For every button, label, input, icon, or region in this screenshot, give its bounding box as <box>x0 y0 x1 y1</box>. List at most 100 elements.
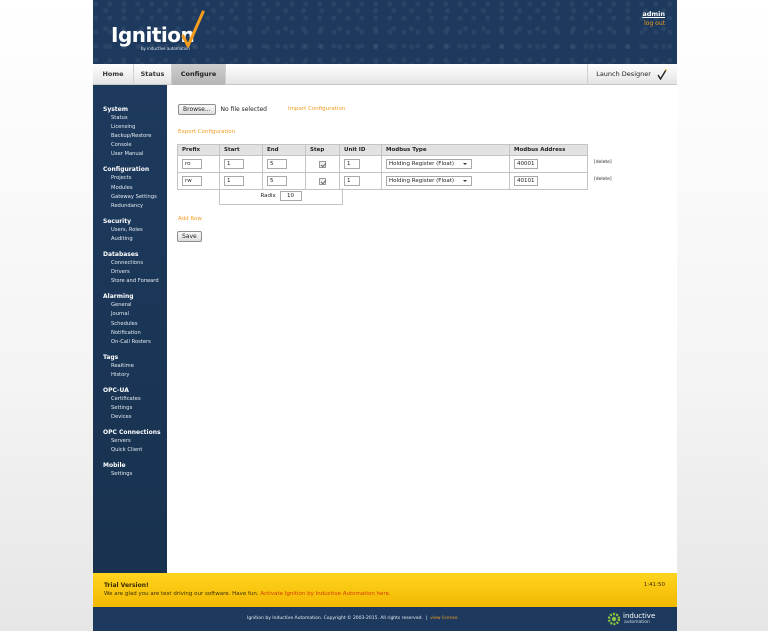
sidebar-section-title: Tags <box>103 353 119 361</box>
cell-end: 5 <box>262 155 306 173</box>
sidebar-item-store-and-forward[interactable]: Store and Forward <box>93 277 167 286</box>
table-row: rw 1 5 1 Holding Register (Float) 40101 <box>177 172 588 190</box>
sidebar-item-auditing[interactable]: Auditing <box>93 235 167 244</box>
cell-start: 1 <box>219 172 263 190</box>
step-checkbox[interactable] <box>319 177 326 185</box>
sidebar-section-title: Alarming <box>103 293 134 301</box>
user-link[interactable]: admin <box>642 10 665 18</box>
sidebar-item-user-manual[interactable]: User Manual <box>93 150 167 159</box>
logout-link[interactable]: log out <box>644 20 665 27</box>
browse-button[interactable]: Browse... <box>178 104 216 115</box>
sidebar-item-history[interactable]: History <box>93 371 167 380</box>
address-config-table: Prefix Start End Step Unit ID Modbus Typ… <box>177 144 588 190</box>
table-header-row: Prefix Start End Step Unit ID Modbus Typ… <box>177 144 588 156</box>
dropdown-arrow-icon <box>463 180 467 182</box>
table-row: ro 1 5 1 Holding Register (Float) 40001 <box>177 155 588 173</box>
end-input[interactable]: 5 <box>267 159 287 169</box>
import-configuration-link[interactable]: Import Configuration <box>288 106 345 112</box>
cell-modbus-type: Holding Register (Float) <box>381 172 510 190</box>
sidebar-item-servers[interactable]: Servers <box>93 437 167 446</box>
ignition-logo[interactable]: Ignition by inductive automation <box>111 10 221 56</box>
header: Ignition by inductive automation admin l… <box>93 0 677 64</box>
modbus-type-select[interactable]: Holding Register (Float) <box>386 176 472 186</box>
sidebar-item-certificates[interactable]: Certificates <box>93 395 167 404</box>
trial-message-text: We are glad you are test driving our sof… <box>104 591 259 597</box>
col-prefix: Prefix <box>177 144 220 156</box>
sidebar-item-users-roles[interactable]: Users, Roles <box>93 226 167 235</box>
modbus-type-select[interactable]: Holding Register (Float) <box>386 159 472 169</box>
start-input[interactable]: 1 <box>224 159 244 169</box>
prefix-input[interactable]: ro <box>182 159 202 169</box>
sidebar-item-settings[interactable]: Settings <box>93 470 167 479</box>
sidebar-item-gateway-settings[interactable]: Gateway Settings <box>93 193 167 202</box>
end-input[interactable]: 5 <box>267 176 287 186</box>
radix-input[interactable]: 10 <box>279 190 302 201</box>
sidebar-item-connections[interactable]: Connections <box>93 259 167 268</box>
launch-designer-label: Launch Designer <box>596 70 651 78</box>
sidebar-item-modules[interactable]: Modules <box>93 184 167 193</box>
sidebar-item-quick-client[interactable]: Quick Client <box>93 446 167 455</box>
sidebar-section-title: Configuration <box>103 166 150 174</box>
tab-status[interactable]: Status <box>134 64 172 85</box>
activate-link[interactable]: Activate Ignition by Inductive Automatio… <box>260 591 390 597</box>
add-row-link[interactable]: Add Row <box>178 216 202 222</box>
sidebar-item-console[interactable]: Console <box>93 141 167 150</box>
cell-unit-id: 1 <box>339 155 382 173</box>
col-start: Start <box>219 144 263 156</box>
col-end: End <box>262 144 306 156</box>
sidebar-item-on-call-rosters[interactable]: On-Call Rosters <box>93 338 167 347</box>
sidebar-item-redundancy[interactable]: Redundancy <box>93 202 167 211</box>
cell-start: 1 <box>219 155 263 173</box>
sidebar-section-system: System Status Licensing Backup/Restore Conso… <box>93 105 167 159</box>
launch-designer-button[interactable]: Launch Designer <box>587 64 667 85</box>
modbus-type-value: Holding Register (Float) <box>389 178 455 184</box>
step-checkbox[interactable] <box>319 160 326 168</box>
sidebar-item-journal[interactable]: Journal <box>93 310 167 319</box>
modbus-address-input[interactable]: 40101 <box>514 176 538 186</box>
sidebar-section-mobile: Mobile Settings <box>93 461 167 479</box>
sidebar-item-licensing[interactable]: Licensing <box>93 123 167 132</box>
delete-row-link[interactable]: [delete] <box>594 160 612 165</box>
delete-row-link[interactable]: [delete] <box>594 177 612 182</box>
unit-id-input[interactable]: 1 <box>344 159 360 169</box>
view-license-link[interactable]: view license <box>430 616 458 621</box>
cell-modbus-address: 40001 <box>509 155 588 173</box>
inductive-automation-logo[interactable]: inductive automation <box>607 612 655 627</box>
trial-banner: Trial Version! We are glad you are test … <box>93 573 677 607</box>
logo-subtitle: by inductive automation <box>141 46 190 51</box>
tab-status-label: Status <box>140 70 165 78</box>
copyright-text: Ignition by Inductive Automation. Copyri… <box>247 616 423 621</box>
start-input[interactable]: 1 <box>224 176 244 186</box>
cell-modbus-address: 40101 <box>509 172 588 190</box>
cell-unit-id: 1 <box>339 172 382 190</box>
tab-home-label: Home <box>102 70 124 78</box>
sidebar-section-opc-connections: OPC Connections Servers Quick Client <box>93 428 167 455</box>
cell-step <box>305 172 340 190</box>
sidebar-item-settings[interactable]: Settings <box>93 404 167 413</box>
sidebar-item-general[interactable]: General <box>93 301 167 310</box>
prefix-input[interactable]: rw <box>182 176 202 186</box>
cell-prefix: ro <box>177 155 220 173</box>
sidebar-section-configuration: Configuration Projects Modules Gateway Sett… <box>93 165 167 210</box>
sidebar-item-schedules[interactable]: Schedules <box>93 320 167 329</box>
sidebar-item-notification[interactable]: Notification <box>93 329 167 338</box>
sidebar-item-backup-restore[interactable]: Backup/Restore <box>93 132 167 141</box>
sidebar-item-devices[interactable]: Devices <box>93 413 167 422</box>
sidebar-item-realtime[interactable]: Realtime <box>93 362 167 371</box>
footer-copyright: Ignition by Inductive Automation. Copyri… <box>247 616 458 621</box>
tab-home[interactable]: Home <box>93 64 134 85</box>
unit-id-input[interactable]: 1 <box>344 176 360 186</box>
sidebar-item-status[interactable]: Status <box>93 114 167 123</box>
sidebar-section-title: OPC-UA <box>103 386 129 394</box>
col-step: Step <box>305 144 340 156</box>
brand-sub: automation <box>624 620 650 625</box>
col-modbus-type: Modbus Type <box>381 144 510 156</box>
modbus-address-input[interactable]: 40001 <box>514 159 538 169</box>
save-button[interactable]: Save <box>177 231 202 242</box>
sidebar-item-projects[interactable]: Projects <box>93 174 167 183</box>
sidebar-item-drivers[interactable]: Drivers <box>93 268 167 277</box>
export-configuration-link[interactable]: Export Configuration <box>178 129 235 135</box>
sidebar-section-databases: Databases Connections Drivers Store and For… <box>93 250 167 286</box>
sidebar-section-opc-ua: OPC-UA Certificates Settings Devices <box>93 386 167 422</box>
tab-configure[interactable]: Configure <box>172 64 226 85</box>
